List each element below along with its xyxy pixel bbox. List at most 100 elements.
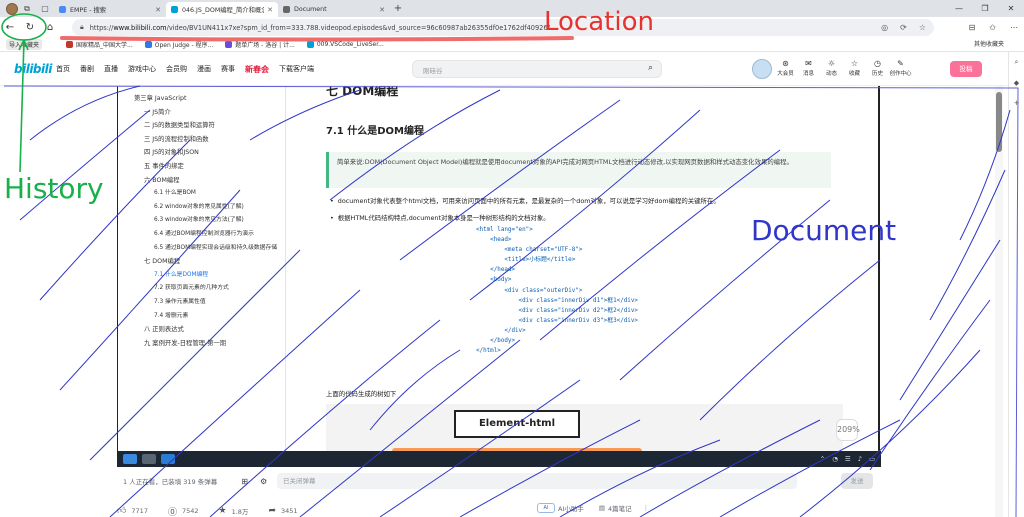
nav-download[interactable]: 下载客户端 bbox=[279, 64, 314, 75]
code-line: <div class="innerDiv d3">框3</div> bbox=[476, 317, 638, 324]
favorite-star-icon[interactable]: ☆ bbox=[919, 23, 926, 32]
danmaku-send-button[interactable]: 发送 bbox=[841, 473, 873, 489]
url-field[interactable]: 🔒︎ https://www.bilibili.com/video/BV1UN4… bbox=[72, 19, 934, 36]
bookmark-item[interactable]: 009.VSCode_LiveSer... bbox=[306, 41, 384, 48]
video-player[interactable]: 第三章 JavaScript 一 JS简介二 JS的数据类型和运算符三 JS的流程… bbox=[117, 86, 881, 467]
toc-item[interactable]: 八 正则表达式 bbox=[130, 323, 285, 337]
message-link[interactable]: ✉ 消息 bbox=[801, 59, 816, 77]
danmaku-input[interactable]: 已关闭弹幕 bbox=[277, 473, 797, 489]
bilibili-user-menu: ⊛ 大会员 ✉ 消息 ☼ 动态 ☆ 收藏 ◷ 历史 ✎ 创作中心 bbox=[777, 59, 912, 77]
toc-item[interactable]: 第三章 JavaScript bbox=[130, 92, 285, 106]
toc-item[interactable]: 九 案例开发-日程管理-第一期 bbox=[130, 337, 285, 351]
history-link[interactable]: ◷ 历史 bbox=[870, 59, 885, 77]
favorites-link[interactable]: ☆ 收藏 bbox=[847, 59, 862, 77]
sidebar-add-icon[interactable]: + bbox=[1014, 99, 1020, 107]
nav-home[interactable]: 首页 bbox=[56, 64, 70, 75]
bilibili-search[interactable]: 刚硅谷 ⌕ bbox=[412, 60, 662, 78]
browser-tab-bar: ⧉ ▢ EMPE - 搜索 ✕ 046.JS_DOM编程_简介和概念引入 ✕ D… bbox=[0, 0, 1024, 17]
toc-item[interactable]: 6.5 通过BOM编程实现会话级和持久级数据存储 bbox=[130, 242, 285, 256]
import-favorites-button[interactable]: 导入收藏夹 bbox=[6, 39, 43, 50]
back-button[interactable]: ← bbox=[0, 18, 20, 38]
favorites-icon[interactable]: ✩ bbox=[989, 23, 996, 32]
toc-item[interactable]: 四 JS的对象和JSON bbox=[130, 146, 285, 160]
minimize-icon[interactable]: — bbox=[946, 0, 972, 17]
other-favorites[interactable]: 其他收藏夹 bbox=[974, 38, 1004, 52]
annotation-document: Document bbox=[751, 214, 897, 247]
toc-item[interactable]: 七 DOM编程 bbox=[130, 255, 285, 269]
notes-link[interactable]: 4篇笔记 bbox=[608, 503, 632, 513]
sidebar-search-icon[interactable]: ⌕ bbox=[1015, 58, 1019, 67]
coin-button[interactable]: ⓪ 7542 bbox=[168, 505, 199, 517]
nav-bangumi[interactable]: 番剧 bbox=[80, 64, 94, 75]
nav-match[interactable]: 赛事 bbox=[221, 64, 235, 75]
close-window-icon[interactable]: ✕ bbox=[998, 0, 1024, 17]
code-line: <div class="outerDiv"> bbox=[476, 287, 583, 294]
toc-item[interactable]: 一 JS简介 bbox=[130, 106, 285, 120]
toc-item[interactable]: 7.1 什么是DOM编程 bbox=[130, 269, 285, 283]
tab-1[interactable]: 046.JS_DOM编程_简介和概念引入 ✕ bbox=[166, 2, 278, 17]
toc-item[interactable]: 五 事件的绑定 bbox=[130, 160, 285, 174]
nav-live[interactable]: 直播 bbox=[104, 64, 118, 75]
user-avatar[interactable] bbox=[752, 59, 772, 79]
tab-close-icon[interactable]: ✕ bbox=[155, 6, 161, 14]
maximize-icon[interactable]: ❐ bbox=[972, 0, 998, 17]
nav-spring-festival[interactable]: 新春会 bbox=[245, 64, 269, 75]
annotation-location: Location bbox=[544, 7, 654, 37]
more-options-icon[interactable]: ⋮ bbox=[643, 504, 650, 512]
nav-game[interactable]: 游戏中心 bbox=[128, 64, 156, 75]
bookmark-item[interactable]: 题单广场 - 洛谷 | 计... bbox=[225, 40, 295, 49]
taskbar-app-icon[interactable] bbox=[142, 454, 156, 464]
toc-item[interactable]: 6.2 window对象的常见属性(了解) bbox=[130, 201, 285, 215]
tray-chevron-icon[interactable]: ⌃ bbox=[820, 455, 825, 463]
more-icon[interactable]: ⋯ bbox=[1010, 23, 1018, 32]
split-screen-icon[interactable]: ⊟ bbox=[969, 23, 976, 32]
start-icon[interactable] bbox=[123, 454, 137, 464]
dynamic-link[interactable]: ☼ 动态 bbox=[824, 59, 839, 77]
os-taskbar: ⌃ ◔ ☰ ♪ ▭ bbox=[118, 451, 881, 467]
toc-item[interactable]: 7.2 获取页面元素的几种方式 bbox=[130, 282, 285, 296]
bilibili-logo[interactable]: bilibili bbox=[14, 62, 52, 76]
float-widget[interactable]: 209% bbox=[836, 419, 860, 441]
reader-icon[interactable]: ◎ bbox=[881, 23, 888, 32]
tab-2[interactable]: Document ✕ bbox=[278, 2, 390, 17]
upload-button[interactable]: 投稿 bbox=[950, 61, 982, 77]
tab-close-icon[interactable]: ✕ bbox=[379, 6, 385, 14]
bookmark-item[interactable]: Open Judge - 程序... bbox=[144, 40, 213, 49]
toc-item[interactable]: 6.3 window对象的常见方法(了解) bbox=[130, 214, 285, 228]
toc-item[interactable]: 二 JS的数据类型和运算符 bbox=[130, 119, 285, 133]
tab-favicon bbox=[171, 6, 178, 13]
danmaku-toggle-icon[interactable]: ⊞ bbox=[241, 477, 248, 486]
creator-center-link[interactable]: ✎ 创作中心 bbox=[890, 59, 912, 77]
vscode-icon[interactable] bbox=[161, 454, 175, 464]
toc-item[interactable]: 三 JS的流程控制和函数 bbox=[130, 133, 285, 147]
profile-avatar[interactable] bbox=[6, 2, 18, 15]
tab-0[interactable]: EMPE - 搜索 ✕ bbox=[54, 2, 166, 17]
sidebar-copilot-icon[interactable]: ◆ bbox=[1014, 79, 1019, 87]
tab-close-icon[interactable]: ✕ bbox=[267, 6, 273, 14]
scrollbar-thumb[interactable] bbox=[996, 92, 1002, 152]
like-button[interactable]: 👍︎ 7717 bbox=[117, 506, 148, 516]
refresh-page-icon[interactable]: ⟳ bbox=[900, 23, 907, 32]
vip-link[interactable]: ⊛ 大会员 bbox=[777, 59, 794, 77]
danmaku-settings-icon[interactable]: ⚙ bbox=[260, 477, 267, 486]
toc-item[interactable]: 7.4 增删元素 bbox=[130, 310, 285, 324]
toc-item[interactable]: 6.1 什么是BOM bbox=[130, 187, 285, 201]
ai-helper[interactable]: AI AI小助手 ▤ 4篇笔记 ⋮ bbox=[537, 503, 649, 513]
refresh-button[interactable]: ↻ bbox=[20, 18, 40, 38]
home-button[interactable]: ⌂ bbox=[40, 18, 60, 38]
page-scrollbar[interactable] bbox=[995, 86, 1003, 517]
nav-shop[interactable]: 会员购 bbox=[166, 64, 187, 75]
toc-item[interactable]: 六 BOM编程 bbox=[130, 174, 285, 188]
tab-actions-icon[interactable]: ▢ bbox=[36, 0, 54, 17]
toc-item[interactable]: 6.4 通过BOM编程控制浏览器行为演示 bbox=[130, 228, 285, 242]
new-tab-icon[interactable]: + bbox=[390, 3, 406, 14]
search-icon[interactable]: ⌕ bbox=[648, 63, 653, 73]
favorite-button[interactable]: ★ 1.8万 bbox=[219, 506, 249, 516]
share-button[interactable]: ➦ 3451 bbox=[268, 506, 297, 516]
nav-manga[interactable]: 漫画 bbox=[197, 64, 211, 75]
bookmark-item[interactable]: 国家精品_中国大学... bbox=[66, 40, 133, 49]
toc-item[interactable]: 7.3 操作元素属性值 bbox=[130, 296, 285, 310]
star-icon: ★ bbox=[218, 506, 227, 516]
thumbs-up-icon: 👍︎ bbox=[117, 506, 127, 516]
workspaces-icon[interactable]: ⧉ bbox=[18, 0, 36, 17]
